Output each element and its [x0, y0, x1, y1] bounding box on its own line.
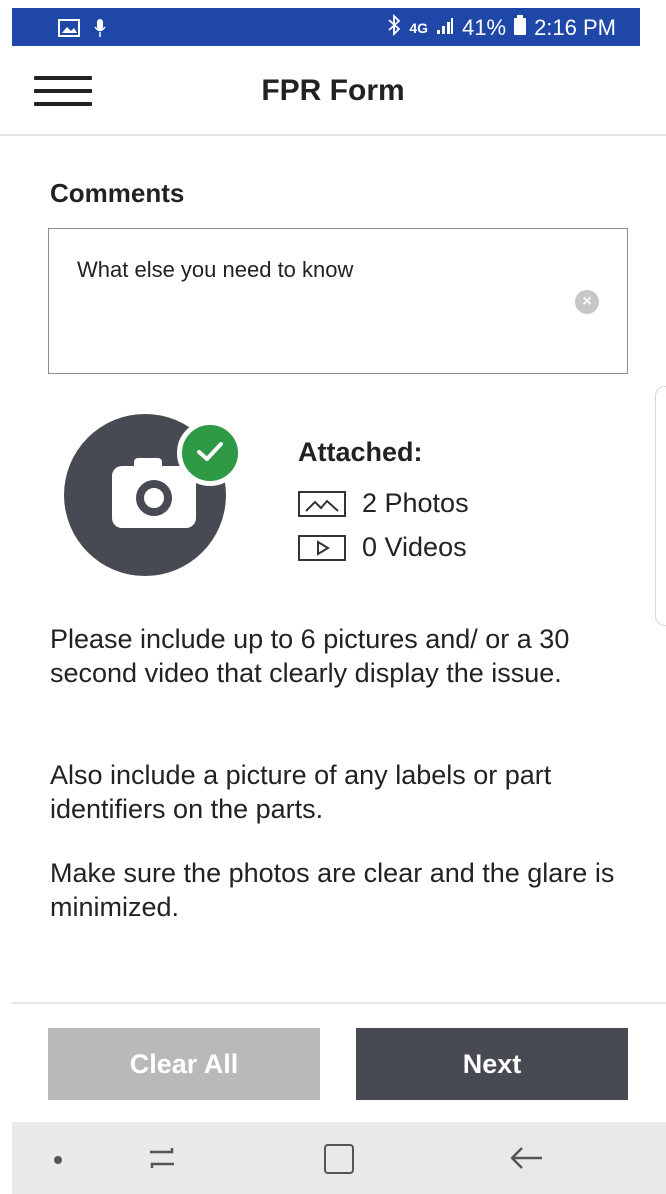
photos-count-row: 2 Photos	[298, 488, 469, 519]
microphone-icon	[94, 18, 106, 43]
home-icon[interactable]	[324, 1144, 354, 1174]
footer-divider	[12, 1002, 666, 1004]
image-icon	[298, 490, 346, 517]
signal-icon	[436, 15, 454, 41]
next-button[interactable]: Next	[356, 1028, 628, 1100]
gallery-icon	[58, 19, 80, 42]
scroll-indicator	[655, 386, 666, 626]
clear-input-icon[interactable]: ×	[575, 290, 599, 314]
network-type: 4G	[409, 20, 429, 36]
instruction-text: Make sure the photos are clear and the g…	[50, 858, 615, 922]
videos-count-row: 0 Videos	[298, 532, 467, 563]
clear-all-button[interactable]: Clear All	[48, 1028, 320, 1100]
status-right-icons: 4G 41% 2:16 PM	[387, 13, 616, 42]
back-icon[interactable]	[506, 1140, 546, 1176]
page-title: FPR Form	[261, 74, 405, 107]
comments-text: What else you need to know	[77, 257, 354, 282]
nav-dot-icon[interactable]	[54, 1156, 62, 1164]
clock: 2:16 PM	[534, 15, 616, 40]
instruction-text: Please include up to 6 pictures and/ or …	[50, 624, 570, 688]
comments-label: Comments	[50, 178, 185, 208]
camera-lens-icon	[136, 480, 172, 516]
comments-input[interactable]: What else you need to know ×	[48, 228, 628, 374]
app-bar: FPR Form	[0, 46, 666, 136]
attached-label: Attached:	[298, 437, 423, 467]
battery-icon	[514, 15, 527, 41]
status-bar: 4G 41% 2:16 PM	[12, 8, 640, 46]
check-icon	[177, 420, 243, 486]
status-left-icons	[58, 18, 106, 43]
recent-apps-icon[interactable]	[142, 1140, 182, 1176]
battery-percent: 41%	[462, 15, 507, 40]
bluetooth-icon	[387, 13, 401, 42]
system-nav-bar	[12, 1122, 666, 1194]
instruction-text: Also include a picture of any labels or …	[50, 760, 552, 824]
video-icon	[298, 534, 346, 561]
photos-count: 2 Photos	[362, 488, 469, 518]
videos-count: 0 Videos	[362, 532, 467, 562]
